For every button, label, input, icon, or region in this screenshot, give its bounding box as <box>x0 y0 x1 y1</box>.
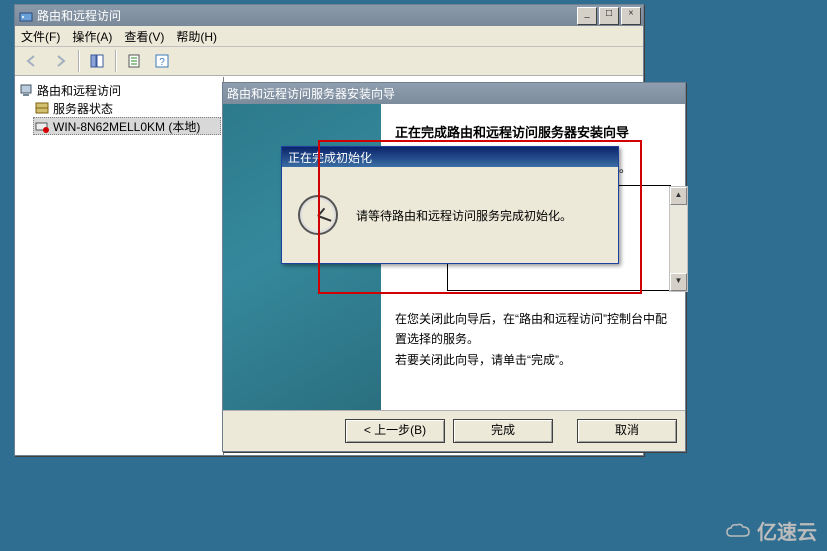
show-hide-tree-button[interactable] <box>84 49 110 73</box>
clock-icon <box>298 195 338 235</box>
watermark-text: 亿速云 <box>757 516 817 545</box>
wizard-button-row: < 上一步(B) 完成 取消 <box>223 411 685 451</box>
toolbar-separator <box>78 50 79 72</box>
forward-arrow-icon <box>52 53 68 69</box>
help-icon: ? <box>154 53 170 69</box>
mmc-titlebar[interactable]: 路由和远程访问 _ □ × <box>15 5 643 26</box>
wizard-tail-line1: 在您关闭此向导后，在“路由和远程访问”控制台中配置选择的服务。 <box>395 309 671 350</box>
back-button[interactable] <box>19 49 45 73</box>
progress-dialog: 正在完成初始化 请等待路由和远程访问服务完成初始化。 <box>281 146 619 264</box>
menu-help[interactable]: 帮助(H) <box>176 28 217 45</box>
window-title: 路由和远程访问 <box>37 7 577 24</box>
properties-icon <box>126 53 142 69</box>
menu-file[interactable]: 文件(F) <box>21 28 60 45</box>
menu-view[interactable]: 查看(V) <box>124 28 164 45</box>
tree-toggle-icon <box>89 53 105 69</box>
minimize-button[interactable]: _ <box>577 7 597 25</box>
properties-button[interactable] <box>121 49 147 73</box>
server-status-icon <box>35 101 49 115</box>
wizard-titlebar[interactable]: 路由和远程访问服务器安装向导 <box>223 83 685 104</box>
tree-root[interactable]: 路由和远程访问 <box>17 81 221 99</box>
menubar: 文件(F) 操作(A) 查看(V) 帮助(H) <box>15 26 643 47</box>
app-icon <box>19 9 33 23</box>
help-button[interactable]: ? <box>149 49 175 73</box>
tree-root-label: 路由和远程访问 <box>37 82 121 99</box>
maximize-button[interactable]: □ <box>599 7 619 25</box>
wizard-heading: 正在完成路由和远程访问服务器安装向导 <box>395 122 671 141</box>
wizard-window: 路由和远程访问服务器安装向导 正在完成路由和远程访问服务器安装向导 装向导。 ▲… <box>222 82 686 452</box>
back-button[interactable]: < 上一步(B) <box>345 419 445 443</box>
finish-button[interactable]: 完成 <box>453 419 553 443</box>
toolbar-separator <box>115 50 116 72</box>
watermark-cloud-icon <box>725 522 751 540</box>
cancel-button[interactable]: 取消 <box>577 419 677 443</box>
scroll-down-icon[interactable]: ▼ <box>670 273 687 291</box>
progress-titlebar[interactable]: 正在完成初始化 <box>282 147 618 167</box>
close-button[interactable]: × <box>621 7 641 25</box>
menu-action[interactable]: 操作(A) <box>72 28 112 45</box>
progress-text: 请等待路由和远程访问服务完成初始化。 <box>356 207 572 224</box>
scroll-up-icon[interactable]: ▲ <box>670 187 687 205</box>
tree-server-label: WIN-8N62MELL0KM (本地) <box>53 118 200 135</box>
server-node-icon <box>35 119 49 133</box>
tree-server[interactable]: WIN-8N62MELL0KM (本地) <box>33 117 221 135</box>
svg-text:?: ? <box>159 57 165 68</box>
watermark: 亿速云 <box>725 516 817 545</box>
wizard-title: 路由和远程访问服务器安装向导 <box>227 85 683 102</box>
toolbar: ? <box>15 47 643 76</box>
forward-button[interactable] <box>47 49 73 73</box>
tree-pane[interactable]: 路由和远程访问 服务器状态 WIN-8N62MELL0KM (本地) <box>15 77 224 455</box>
progress-title: 正在完成初始化 <box>288 149 372 166</box>
tree-status[interactable]: 服务器状态 <box>33 99 221 117</box>
scrollbar[interactable]: ▲ ▼ <box>669 186 688 292</box>
server-root-icon <box>19 83 33 97</box>
progress-body: 请等待路由和远程访问服务完成初始化。 <box>282 167 618 263</box>
wizard-tail: 在您关闭此向导后，在“路由和远程访问”控制台中配置选择的服务。 若要关闭此向导，… <box>395 309 671 370</box>
tree-status-label: 服务器状态 <box>53 100 113 117</box>
back-arrow-icon <box>24 53 40 69</box>
wizard-tail-line2: 若要关闭此向导，请单击“完成”。 <box>395 350 671 370</box>
